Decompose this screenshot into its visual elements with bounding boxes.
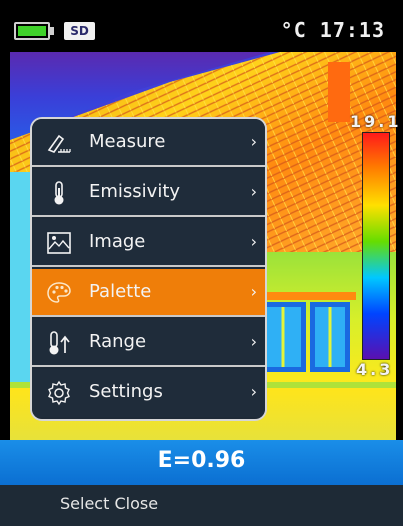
battery-icon bbox=[14, 22, 50, 40]
measure-icon bbox=[47, 134, 71, 153]
thermal-camera-screen: SD °C 17:13 19.1 4.3 E=0.96 Select Close… bbox=[0, 0, 403, 526]
softkey-bar: Select Close bbox=[0, 485, 403, 526]
menu-item-label: Measure bbox=[89, 131, 166, 152]
menu-item-label: Image bbox=[89, 231, 146, 252]
emissivity-strip: E=0.96 bbox=[0, 440, 403, 485]
menu-item-label: Range bbox=[89, 331, 147, 352]
softkey-labels[interactable]: Select Close bbox=[60, 494, 158, 513]
chevron-right-icon: › bbox=[250, 382, 257, 401]
chevron-right-icon: › bbox=[250, 132, 257, 151]
menu-item-label: Settings bbox=[89, 381, 163, 402]
image-icon bbox=[47, 232, 71, 254]
chevron-right-icon: › bbox=[250, 282, 257, 301]
battery-tip bbox=[50, 27, 54, 35]
menu-item-palette[interactable]: Palette › bbox=[32, 269, 265, 317]
unit-and-time: °C 17:13 bbox=[280, 18, 385, 42]
main-menu: Measure › Emissivity › Image › Palette ›… bbox=[30, 117, 267, 421]
status-bar: SD °C 17:13 bbox=[0, 0, 403, 50]
color-scale-bar bbox=[362, 132, 390, 360]
menu-item-label: Palette bbox=[89, 281, 152, 302]
emissivity-readout: E=0.96 bbox=[157, 448, 246, 473]
chevron-right-icon: › bbox=[250, 182, 257, 201]
menu-item-label: Emissivity bbox=[89, 181, 181, 202]
scale-min-temp: 4.3 bbox=[356, 360, 394, 379]
menu-item-range[interactable]: Range › bbox=[32, 319, 265, 367]
gear-icon bbox=[48, 380, 70, 406]
range-icon bbox=[49, 331, 70, 355]
thermometer-icon bbox=[54, 181, 64, 205]
scale-max-temp: 19.1 bbox=[350, 112, 402, 131]
sd-card-badge: SD bbox=[64, 22, 95, 40]
menu-item-emissivity[interactable]: Emissivity › bbox=[32, 169, 265, 217]
chevron-right-icon: › bbox=[250, 232, 257, 251]
menu-item-settings[interactable]: Settings › bbox=[32, 369, 265, 417]
menu-item-image[interactable]: Image › bbox=[32, 219, 265, 267]
battery-level bbox=[18, 26, 46, 36]
menu-item-measure[interactable]: Measure › bbox=[32, 119, 265, 167]
chevron-right-icon: › bbox=[250, 332, 257, 351]
palette-icon bbox=[47, 282, 71, 303]
